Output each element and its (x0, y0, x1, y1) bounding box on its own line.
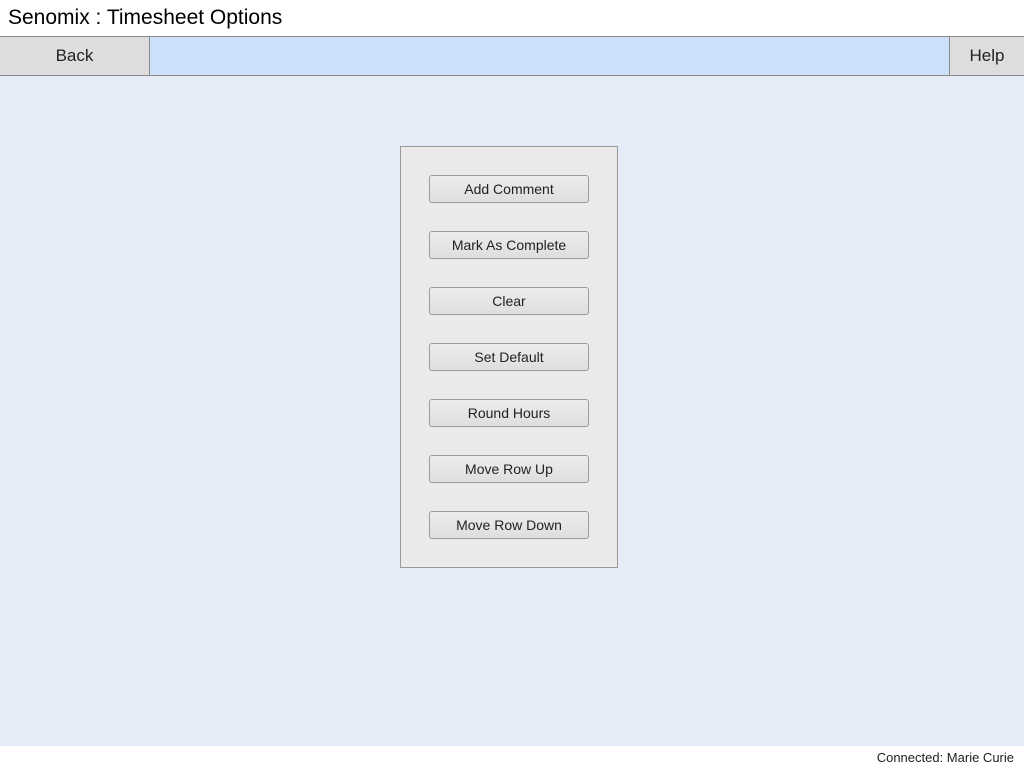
mark-complete-label: Mark As Complete (452, 237, 566, 253)
add-comment-label: Add Comment (464, 181, 553, 197)
move-row-up-button[interactable]: Move Row Up (429, 455, 589, 483)
round-hours-label: Round Hours (468, 405, 551, 421)
move-row-down-button[interactable]: Move Row Down (429, 511, 589, 539)
set-default-label: Set Default (474, 349, 543, 365)
toolbar: Back Help (0, 36, 1024, 76)
page-title: Senomix : Timesheet Options (8, 6, 282, 30)
connection-status: Connected: Marie Curie (877, 750, 1014, 765)
options-panel: Add Comment Mark As Complete Clear Set D… (400, 146, 618, 568)
back-button[interactable]: Back (0, 37, 150, 75)
round-hours-button[interactable]: Round Hours (429, 399, 589, 427)
back-button-label: Back (56, 46, 94, 66)
help-button[interactable]: Help (949, 37, 1024, 75)
status-bar: Connected: Marie Curie (0, 746, 1024, 768)
move-row-up-label: Move Row Up (465, 461, 553, 477)
title-bar: Senomix : Timesheet Options (0, 0, 1024, 36)
clear-label: Clear (492, 293, 525, 309)
content-area: Add Comment Mark As Complete Clear Set D… (0, 76, 1024, 746)
help-button-label: Help (970, 46, 1005, 66)
clear-button[interactable]: Clear (429, 287, 589, 315)
add-comment-button[interactable]: Add Comment (429, 175, 589, 203)
toolbar-spacer (150, 37, 949, 75)
set-default-button[interactable]: Set Default (429, 343, 589, 371)
move-row-down-label: Move Row Down (456, 517, 562, 533)
mark-complete-button[interactable]: Mark As Complete (429, 231, 589, 259)
